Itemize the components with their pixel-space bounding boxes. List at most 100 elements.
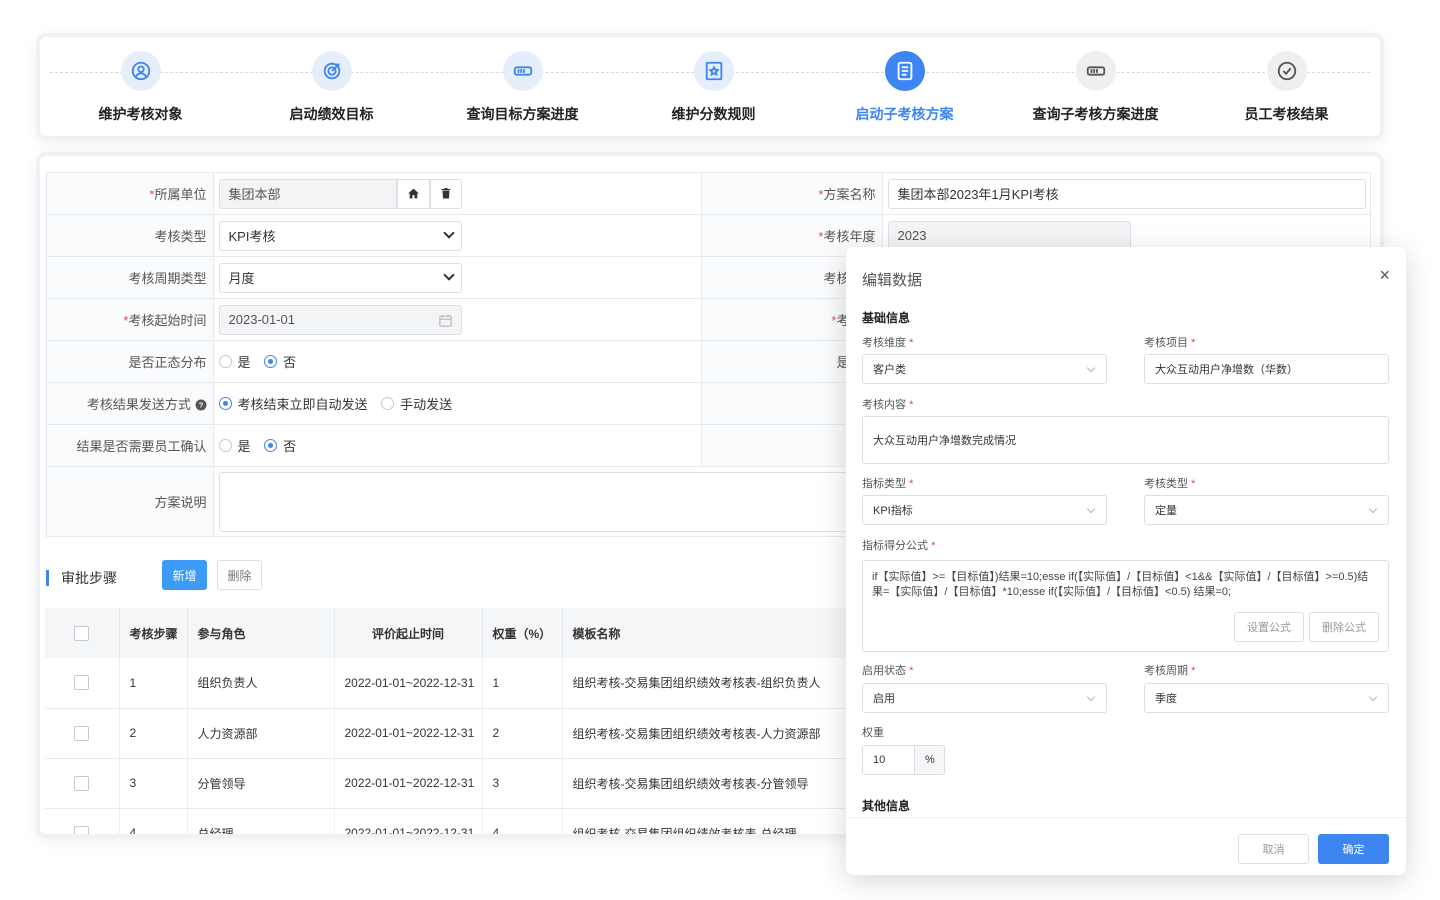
formula-text: if【实际值】>=【目标值】)结果=10;esse if(【实际值】/【目标值】…: [872, 571, 1369, 598]
cell: 总经理: [187, 808, 335, 834]
row-checkbox[interactable]: [74, 775, 90, 791]
weight-label: 权重: [862, 727, 884, 739]
progress-bar-icon: [1075, 51, 1116, 91]
chevron-down-icon: [442, 268, 455, 281]
target-icon: [311, 51, 352, 91]
weight-field[interactable]: 10: [862, 745, 915, 775]
check-circle-icon: [1266, 51, 1307, 91]
cell: 2: [119, 708, 188, 759]
cycle-select[interactable]: 季度: [1144, 683, 1389, 713]
dimension-label: 考核维度 *: [862, 337, 914, 349]
other-section-title: 其他信息: [862, 799, 911, 813]
close-icon[interactable]: ×: [1379, 265, 1390, 286]
col-header: 权重（%）: [482, 608, 563, 658]
normal-label: 是否正态分布: [46, 340, 214, 383]
enabled-label: 启用状态 *: [862, 665, 914, 677]
unit-field[interactable]: 集团本部: [218, 178, 397, 209]
send-manual-radio[interactable]: 手动发送: [381, 394, 452, 413]
step-start-sub-plan[interactable]: 启动子考核方案: [809, 51, 1000, 124]
confirm-label: 结果是否需要员工确认: [46, 424, 214, 467]
cell: 人力资源部: [187, 708, 335, 759]
chevron-down-icon: [442, 226, 455, 239]
plan-name-field[interactable]: 集团本部2023年1月KPI考核: [887, 178, 1366, 209]
calendar-icon: [438, 314, 452, 327]
step-label: 维护分数规则: [671, 106, 756, 122]
cell: 3: [482, 758, 563, 809]
period-type-select[interactable]: 月度: [218, 262, 462, 293]
basic-section-title: 基础信息: [862, 311, 911, 325]
normal-yes-radio[interactable]: 是: [218, 352, 251, 371]
chevron-down-icon: [1086, 692, 1096, 702]
cell: 1: [119, 658, 188, 709]
cell: 组织负责人: [187, 658, 335, 709]
indicator-type-select[interactable]: KPI指标: [862, 495, 1107, 525]
cycle-label: 考核周期 *: [1144, 665, 1196, 677]
chevron-down-icon: [1368, 692, 1378, 702]
cell: 2022-01-01~2022-12-31: [334, 808, 483, 834]
send-label: 考核结果发送方式 ?: [46, 382, 214, 425]
edit-data-modal: 编辑数据 × 基础信息 考核维度 * 客户类 考核项目 * 大众互动用户净增数（…: [846, 247, 1406, 875]
step-query-goal-progress[interactable]: 查询目标方案进度: [427, 51, 618, 124]
row-checkbox[interactable]: [74, 725, 90, 741]
step-label: 维护考核对象: [98, 106, 183, 122]
assess-type-select[interactable]: 定量: [1144, 495, 1389, 525]
type-select[interactable]: KPI考核: [218, 220, 462, 251]
type-label: 考核类型: [46, 214, 214, 257]
confirm-button[interactable]: 确定: [1318, 834, 1389, 864]
steps-card: 维护考核对象 启动绩效目标 查询目标方案进度 维护分数规则 启动子考核方案 查询…: [36, 33, 1384, 140]
step-label: 启动子考核方案: [855, 106, 954, 122]
home-icon[interactable]: [396, 178, 430, 209]
cell: 2022-01-01~2022-12-31: [334, 658, 483, 709]
item-label: 考核项目 *: [1144, 337, 1196, 349]
user-circle-icon: [120, 51, 161, 91]
item-field[interactable]: 大众互动用户净增数（华数）: [1144, 354, 1389, 384]
indicator-type-label: 指标类型 *: [862, 478, 914, 490]
select-all-checkbox[interactable]: [74, 625, 90, 641]
year-field[interactable]: 2023: [887, 220, 1131, 251]
row-checkbox[interactable]: [74, 825, 90, 834]
col-header: 参与角色: [187, 608, 335, 658]
delete-step-button[interactable]: 删除: [217, 560, 262, 590]
trash-icon[interactable]: [429, 178, 462, 209]
cancel-button[interactable]: 取消: [1238, 834, 1309, 864]
send-auto-radio[interactable]: 考核结束立即自动发送: [218, 394, 368, 413]
cell: 4: [482, 808, 563, 834]
step-query-sub-progress[interactable]: 查询子考核方案进度: [1000, 51, 1191, 124]
step-maintain-objects[interactable]: 维护考核对象: [45, 51, 236, 124]
modal-footer-divider: [846, 817, 1406, 818]
cell: 2: [482, 708, 563, 759]
progress-bar-icon: [502, 51, 543, 91]
col-header: 评价起止时间: [334, 608, 483, 658]
weight-unit: %: [914, 745, 945, 775]
step-label: 启动绩效目标: [289, 106, 374, 122]
step-employee-results[interactable]: 员工考核结果: [1191, 51, 1382, 124]
cell: 2022-01-01~2022-12-31: [334, 758, 483, 809]
start-date-field[interactable]: 2023-01-01: [218, 304, 462, 335]
add-step-button[interactable]: 新增: [162, 560, 207, 590]
document-list-icon: [884, 51, 925, 91]
dimension-select[interactable]: 客户类: [862, 354, 1107, 384]
cell: 1: [482, 658, 563, 709]
step-score-rules[interactable]: 维护分数规则: [618, 51, 809, 124]
confirm-no-radio[interactable]: 否: [264, 436, 296, 455]
row-checkbox[interactable]: [74, 675, 90, 691]
desc-label: 方案说明: [46, 466, 214, 537]
delete-formula-button[interactable]: 删除公式: [1309, 612, 1379, 642]
confirm-yes-radio[interactable]: 是: [218, 436, 251, 455]
help-icon[interactable]: ?: [195, 399, 207, 411]
step-start-goals[interactable]: 启动绩效目标: [236, 51, 427, 124]
star-badge-icon: [693, 51, 734, 91]
content-field[interactable]: 大众互动用户净增数完成情况: [862, 416, 1389, 464]
enabled-select[interactable]: 启用: [862, 683, 1107, 713]
chevron-down-icon: [1368, 504, 1378, 514]
content-label: 考核内容 *: [862, 399, 914, 411]
start-label: *考核起始时间: [46, 298, 214, 341]
col-header: 考核步骤: [119, 608, 188, 658]
plan-name-label: *方案名称: [700, 172, 883, 215]
modal-title: 编辑数据: [862, 272, 923, 289]
normal-no-radio[interactable]: 否: [264, 352, 296, 371]
cell: 3: [119, 758, 188, 809]
step-label: 查询子考核方案进度: [1032, 106, 1159, 122]
chevron-down-icon: [1086, 363, 1096, 373]
set-formula-button[interactable]: 设置公式: [1234, 612, 1304, 642]
